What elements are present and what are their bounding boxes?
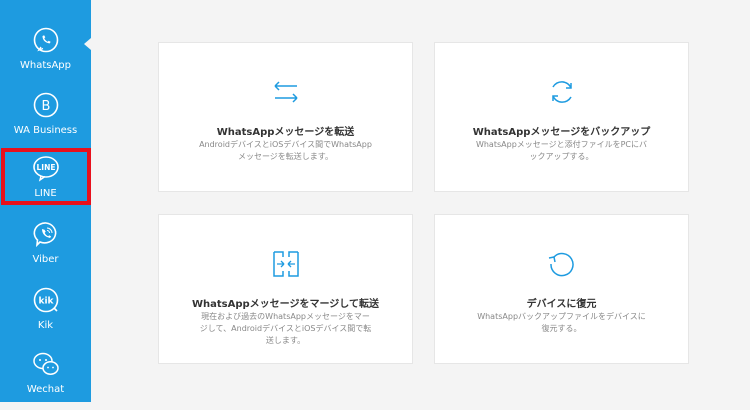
card-description: WhatsAppバックアップファイルをデバイスに復元する。 [477, 312, 646, 333]
sidebar-item-label: WA Business [13, 125, 78, 136]
svg-text:B: B [41, 99, 50, 114]
wa-business-icon: B [33, 92, 58, 118]
card-backup[interactable]: WhatsAppメッセージをバックアップ WhatsAppメッセージと添付ファイ… [434, 42, 689, 192]
wechat-icon [32, 352, 59, 375]
selection-highlight-box [1, 148, 91, 205]
kik-icon: kik [33, 287, 58, 313]
svg-text:kik: kik [38, 297, 54, 307]
card-title: WhatsAppメッセージを転送 [216, 127, 355, 138]
sidebar-item-wechat[interactable]: Wechat [0, 346, 91, 410]
sidebar-item-label: Kik [37, 320, 54, 331]
sidebar-item-label: WhatsApp [19, 60, 72, 71]
viber-icon [33, 222, 56, 248]
sidebar-item-viber[interactable]: Viber [0, 216, 91, 280]
card-description: AndroidデバイスとiOSデバイス間でWhatsAppメッセージを転送します… [199, 140, 372, 161]
sidebar-item-label: Viber [32, 254, 59, 265]
sidebar-item-label: Wechat [26, 384, 65, 395]
card-description: WhatsAppメッセージと添付ファイルをPCにバックアップする。 [475, 140, 648, 161]
card-title: WhatsAppメッセージをマージして転送 [192, 299, 379, 310]
card-title: デバイスに復元 [526, 299, 597, 310]
whatsapp-icon [33, 27, 58, 53]
card-merge-transfer[interactable]: WhatsAppメッセージをマージして転送 現在および過去のWhatsAppメッ… [158, 214, 413, 364]
card-title: WhatsAppメッセージをバックアップ [472, 127, 651, 138]
transfer-arrows-icon [273, 81, 298, 103]
sidebar-item-wa-business[interactable]: B WA Business [0, 87, 91, 151]
card-restore[interactable]: デバイスに復元 WhatsAppバックアップファイルをデバイスに復元する。 [434, 214, 689, 364]
restore-icon [548, 252, 574, 277]
sidebar-item-kik[interactable]: kik Kik [0, 282, 91, 346]
card-description: 現在および過去のWhatsAppメッセージをマージして、Androidデバイスと… [199, 312, 372, 345]
merge-icon [272, 251, 299, 277]
card-transfer[interactable]: WhatsAppメッセージを転送 AndroidデバイスとiOSデバイス間でWh… [158, 42, 413, 192]
backup-sync-icon [551, 81, 572, 103]
sidebar-item-whatsapp[interactable]: WhatsApp [0, 22, 91, 86]
